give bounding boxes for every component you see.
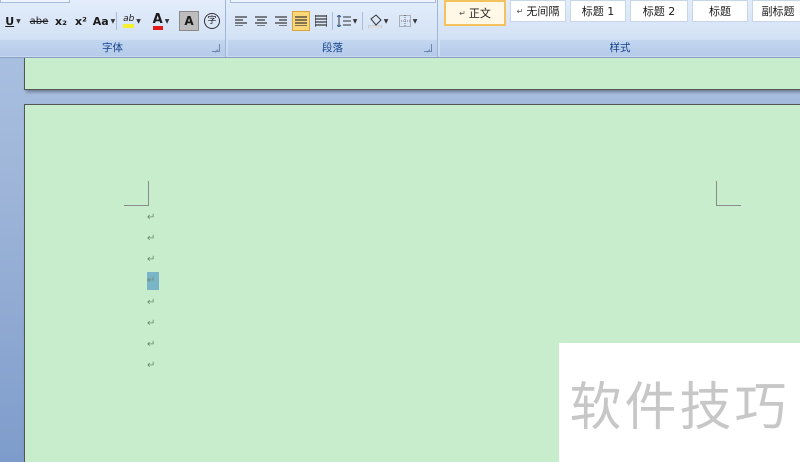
chevron-down-icon: ▼: [352, 17, 358, 25]
separator: [332, 12, 333, 30]
justify-button[interactable]: [292, 11, 310, 31]
text-boundary-corner-top-right: [716, 181, 741, 206]
watermark-text: 软件技巧: [569, 378, 790, 438]
font-dialog-launcher[interactable]: [212, 44, 220, 52]
chevron-down-icon: ▼: [136, 17, 141, 25]
chevron-down-icon: ▼: [412, 17, 418, 25]
align-left-icon: [235, 16, 247, 26]
shading-button[interactable]: ▼: [364, 11, 392, 31]
align-right-button[interactable]: [272, 11, 290, 31]
previous-page: [24, 58, 800, 90]
paragraph-mark[interactable]: ↵: [147, 230, 159, 248]
strikethrough-button[interactable]: abe: [28, 11, 50, 31]
line-spacing-icon: [336, 15, 351, 27]
enclose-characters-button[interactable]: 字: [202, 11, 222, 31]
style-heading-2[interactable]: 标题 2: [630, 0, 688, 22]
style-title[interactable]: 标题: [692, 0, 748, 22]
change-case-button[interactable]: Aa ▼: [92, 11, 116, 31]
superscript-button[interactable]: x²: [72, 11, 90, 31]
paragraph-mark[interactable]: ↵: [147, 209, 159, 227]
subscript-button[interactable]: x₂: [52, 11, 70, 31]
align-center-icon: [255, 16, 267, 26]
paint-bucket-icon: [367, 14, 382, 28]
align-center-button[interactable]: [252, 11, 270, 31]
justify-icon: [295, 16, 307, 26]
borders-button[interactable]: ▼: [394, 11, 422, 31]
borders-icon: [398, 15, 411, 27]
line-spacing-button[interactable]: ▼: [334, 11, 360, 31]
paragraph-group-label: 段落: [228, 40, 437, 56]
align-right-icon: [275, 16, 287, 26]
distributed-button[interactable]: [312, 11, 330, 31]
chevron-down-icon: ▼: [164, 17, 170, 25]
underline-button[interactable]: U ▼: [2, 11, 24, 31]
highlight-button[interactable]: ab ▼: [118, 11, 146, 31]
styles-group: ↵ 正文 ↵ 无间隔 标题 1 标题 2 标题 副标题 样式: [440, 0, 800, 57]
enclose-icon: 字: [204, 13, 220, 29]
style-heading-1[interactable]: 标题 1: [570, 0, 626, 22]
font-group-label: 字体: [0, 40, 225, 56]
paragraph-mark[interactable]: ↵: [147, 315, 159, 333]
watermark: 软件技巧: [559, 343, 800, 462]
paragraph-group: ▼ ▼ ▼ 段落: [228, 0, 438, 57]
chevron-down-icon: ▼: [383, 17, 389, 25]
chevron-down-icon: ▼: [16, 17, 21, 25]
paragraph-mark[interactable]: ↵: [147, 357, 159, 375]
style-normal[interactable]: ↵ 正文: [444, 0, 506, 26]
paragraph-mark-selected[interactable]: ↵: [147, 272, 159, 290]
character-shading-button[interactable]: A: [179, 11, 199, 31]
paragraph-top-row-edge: [230, 0, 436, 3]
paragraph-mark[interactable]: ↵: [147, 294, 159, 312]
font-group: U ▼ abe x₂ x² Aa ▼ ab ▼ A ▼ A 字 字体: [0, 0, 226, 57]
highlighter-icon: ab: [123, 14, 135, 28]
separator: [362, 12, 363, 30]
style-no-spacing[interactable]: ↵ 无间隔: [510, 0, 566, 22]
separator: [116, 12, 117, 30]
align-left-button[interactable]: [232, 11, 250, 31]
text-boundary-corner-top-left: [124, 181, 149, 206]
distributed-icon: [315, 15, 327, 27]
paragraph-mark[interactable]: ↵: [147, 336, 159, 354]
font-color-button[interactable]: A ▼: [148, 11, 174, 31]
chevron-down-icon: ▼: [110, 17, 116, 25]
paragraph-dialog-launcher[interactable]: [424, 44, 432, 52]
paragraph-mark-icon: ↵: [459, 8, 466, 18]
paragraph-mark-icon: ↵: [516, 6, 524, 16]
ribbon: U ▼ abe x₂ x² Aa ▼ ab ▼ A ▼ A 字 字体 ▼ ▼ ▼…: [0, 0, 800, 58]
style-subtitle[interactable]: 副标题: [752, 0, 800, 22]
font-size-box-edge[interactable]: [0, 0, 70, 3]
styles-group-label: 样式: [440, 40, 800, 56]
paragraph-mark[interactable]: ↵: [147, 251, 159, 269]
